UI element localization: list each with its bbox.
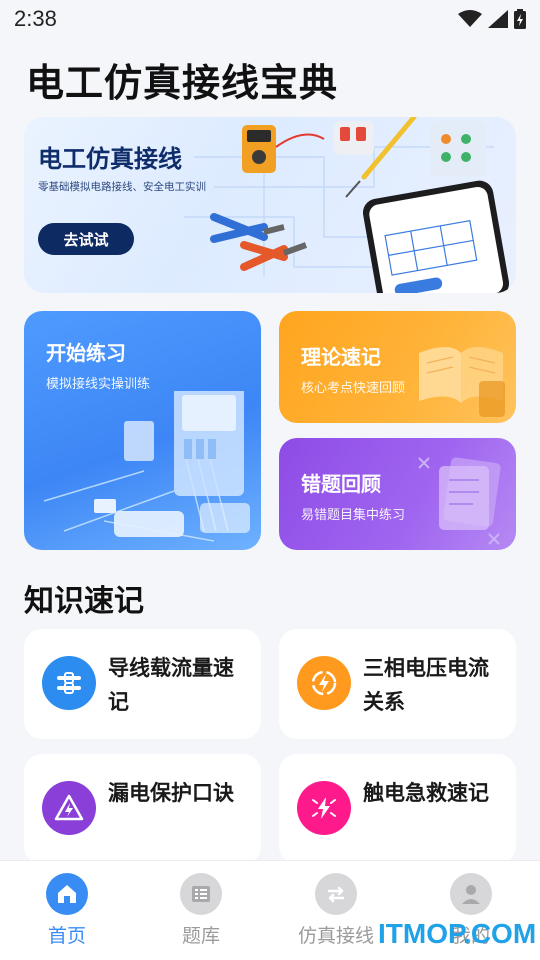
status-time: 2:38 — [14, 6, 57, 31]
practice-subtitle: 模拟接线实操训练 — [46, 377, 151, 392]
wire-icon — [42, 656, 96, 710]
electric-shock-icon — [297, 781, 351, 835]
nav-question-bank-label: 题库 — [181, 925, 220, 947]
document-icon — [418, 457, 501, 545]
knowledge-item-label: 三相电压电流关系 — [363, 656, 489, 714]
home-icon — [46, 873, 88, 915]
wifi-icon — [458, 10, 482, 27]
banner-illustration — [184, 117, 510, 293]
review-title: 错题回顾 — [301, 472, 381, 496]
knowledge-item-three-phase[interactable]: 三相电压电流关系 — [279, 629, 516, 739]
banner-title: 电工仿真接线 — [38, 145, 182, 173]
warning-bolt-icon — [42, 781, 96, 835]
start-practice-card[interactable]: 开始练习 模拟接线实操训练 — [24, 311, 261, 550]
practice-illustration — [43, 391, 250, 542]
signal-icon — [488, 10, 508, 28]
knowledge-item-wire-capacity[interactable]: 导线载流量速记 — [24, 629, 261, 739]
knowledge-item-label: 漏电保护口诀 — [108, 781, 234, 805]
knowledge-item-shock-first-aid[interactable]: 触电急救速记 — [279, 754, 516, 864]
battery-icon — [514, 9, 526, 29]
wrong-questions-card[interactable]: 错题回顾 易错题目集中练习 — [279, 438, 516, 550]
nav-simulation-label: 仿真接线 — [297, 925, 374, 947]
knowledge-section-title: 知识速记 — [24, 584, 144, 619]
user-icon — [450, 873, 492, 915]
lightning-circle-icon — [297, 656, 351, 710]
nav-question-bank[interactable]: 题库 — [151, 873, 251, 953]
knowledge-item-label: 触电急救速记 — [363, 781, 489, 805]
swap-icon — [315, 873, 357, 915]
review-subtitle: 易错题目集中练习 — [301, 508, 406, 523]
knowledge-item-label: 导线载流量速记 — [108, 656, 234, 714]
theory-title: 理论速记 — [301, 345, 381, 369]
book-icon — [419, 347, 505, 417]
app-title: 电工仿真接线宝典 — [26, 61, 339, 105]
watermark: ITMOP.COM — [378, 918, 537, 949]
status-icons — [458, 9, 526, 29]
knowledge-item-leakage-protection[interactable]: 漏电保护口诀 — [24, 754, 261, 864]
theory-review-card[interactable]: 理论速记 核心考点快速回顾 — [279, 311, 516, 423]
promo-banner[interactable]: 电工仿真接线 零基础模拟电路接线、安全电工实训 去试试 — [24, 117, 516, 293]
practice-title: 开始练习 — [46, 341, 126, 365]
try-button[interactable]: 去试试 — [38, 223, 134, 255]
theory-subtitle: 核心考点快速回顾 — [301, 381, 406, 396]
nav-simulation[interactable]: 仿真接线 — [286, 873, 386, 953]
nav-home[interactable]: 首页 — [17, 873, 117, 953]
nav-home-label: 首页 — [47, 925, 86, 947]
list-icon — [180, 873, 222, 915]
status-bar: 2:38 — [0, 0, 540, 38]
